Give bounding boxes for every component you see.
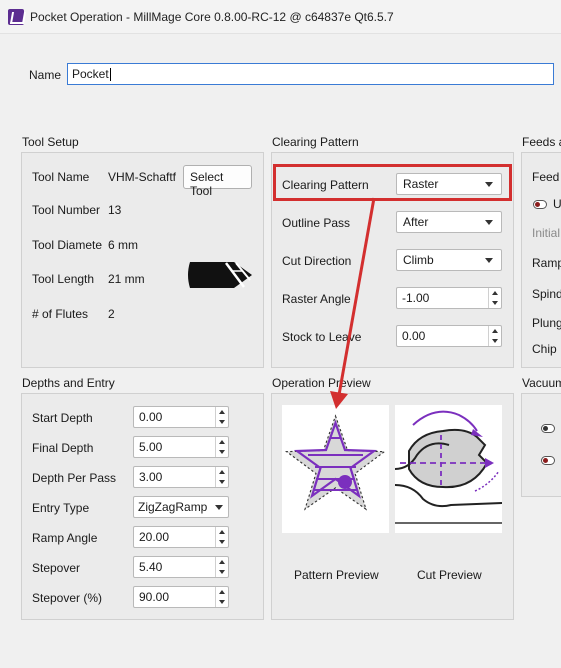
final-depth-label: Final Depth	[32, 441, 94, 455]
spin-up-icon[interactable]	[219, 440, 225, 444]
entry-type-label: Entry Type	[32, 501, 90, 515]
spin-buttons[interactable]	[215, 527, 228, 547]
cut-preview-image	[395, 405, 502, 533]
spin-down-icon[interactable]	[492, 339, 498, 343]
depth-per-pass-label: Depth Per Pass	[32, 471, 117, 485]
depths-entry-title: Depths and Entry	[22, 376, 115, 390]
feed-label: Feed	[532, 170, 560, 184]
spin-up-icon[interactable]	[492, 329, 498, 333]
clearing-pattern-title: Clearing Pattern	[272, 135, 359, 149]
outline-pass-dropdown[interactable]: After	[396, 211, 502, 233]
spin-buttons[interactable]	[215, 437, 228, 457]
spin-down-icon[interactable]	[492, 301, 498, 305]
tool-length-label: Tool Length	[32, 272, 95, 286]
spin-down-icon[interactable]	[219, 480, 225, 484]
ramp-angle-label: Ramp Angle	[32, 531, 98, 545]
select-tool-button[interactable]: Select Tool	[183, 165, 252, 198]
spin-buttons[interactable]	[488, 326, 501, 346]
name-label: Name	[29, 68, 62, 82]
spin-down-icon[interactable]	[219, 450, 225, 454]
ramp-angle-spinbox[interactable]: 20.00	[133, 526, 229, 548]
stock-to-leave-value: 0.00	[402, 329, 426, 343]
tool-diameter-label: Tool Diamete	[32, 238, 103, 252]
feeds-title: Feeds a	[522, 135, 561, 149]
spin-up-icon[interactable]	[219, 470, 225, 474]
entry-type-dropdown[interactable]: ZigZagRamp	[133, 496, 229, 518]
tool-name-value: VHM-Schaftf	[108, 170, 177, 184]
pattern-preview-label: Pattern Preview	[294, 568, 379, 582]
stepover-spinbox[interactable]: 5.40	[133, 556, 229, 578]
final-depth-spinbox[interactable]: 5.00	[133, 436, 229, 458]
start-depth-label: Start Depth	[32, 411, 93, 425]
ramp-label: Ramp	[532, 256, 561, 270]
name-input[interactable]: Pocket	[67, 63, 554, 85]
spin-up-icon[interactable]	[219, 410, 225, 414]
spin-buttons[interactable]	[215, 467, 228, 487]
chevron-down-icon	[485, 258, 493, 263]
stepover-label: Stepover	[32, 561, 81, 575]
vacuum-toggle-2[interactable]	[541, 456, 555, 465]
spin-down-icon[interactable]	[219, 540, 225, 544]
app-logo-icon	[8, 9, 24, 25]
stock-to-leave-spinbox[interactable]: 0.00	[396, 325, 502, 347]
raster-angle-value: -1.00	[402, 291, 430, 305]
tool-number-value: 13	[108, 203, 122, 217]
spin-up-icon[interactable]	[219, 530, 225, 534]
initial-label: Initial	[532, 226, 561, 240]
spin-down-icon[interactable]	[219, 600, 225, 604]
outline-pass-dropdown-value: After	[403, 215, 429, 229]
title-bar: Pocket Operation - MillMage Core 0.8.00-…	[0, 0, 561, 34]
start-depth-value: 0.00	[139, 410, 163, 424]
spin-down-icon[interactable]	[219, 570, 225, 574]
start-depth-spinbox[interactable]: 0.00	[133, 406, 229, 428]
end-mill-tool-icon	[188, 262, 252, 288]
highlight-annotation-box	[273, 164, 512, 201]
plunge-label: Plung	[532, 316, 561, 330]
spin-buttons[interactable]	[215, 407, 228, 427]
spin-buttons[interactable]	[215, 587, 228, 607]
vacuum-toggle-1[interactable]	[541, 424, 555, 433]
spin-up-icon[interactable]	[219, 590, 225, 594]
spindle-label: Spind	[532, 287, 561, 301]
stepover-percent-label: Stepover (%)	[32, 591, 103, 605]
stepover-value: 5.40	[139, 560, 163, 574]
cut-direction-dropdown-value: Climb	[403, 253, 434, 267]
spin-buttons[interactable]	[488, 288, 501, 308]
tool-name-label: Tool Name	[32, 170, 90, 184]
raster-angle-spinbox[interactable]: -1.00	[396, 287, 502, 309]
final-depth-value: 5.00	[139, 440, 163, 454]
spin-up-icon[interactable]	[492, 291, 498, 295]
spin-down-icon[interactable]	[219, 420, 225, 424]
tool-number-label: Tool Number	[32, 203, 101, 217]
spin-buttons[interactable]	[215, 557, 228, 577]
tool-setup-title: Tool Setup	[22, 135, 79, 149]
feed-toggle[interactable]	[533, 200, 547, 209]
vacuum-title: Vacuum	[522, 376, 561, 390]
tool-diameter-value: 6 mm	[108, 238, 138, 252]
text-caret	[109, 68, 111, 82]
window-title: Pocket Operation - MillMage Core 0.8.00-…	[30, 10, 394, 24]
depth-per-pass-value: 3.00	[139, 470, 163, 484]
name-input-value: Pocket	[72, 67, 109, 81]
chevron-down-icon	[485, 220, 493, 225]
ramp-angle-value: 20.00	[139, 530, 170, 544]
annotation-arrow	[330, 197, 376, 409]
tool-length-value: 21 mm	[108, 272, 145, 286]
chip-label: Chip	[532, 342, 557, 356]
spin-up-icon[interactable]	[219, 560, 225, 564]
stepover-percent-spinbox[interactable]: 90.00	[133, 586, 229, 608]
feed-toggle-label: U	[553, 197, 561, 211]
pattern-preview-image	[282, 405, 389, 533]
stepover-percent-value: 90.00	[139, 590, 170, 604]
flutes-label: # of Flutes	[32, 307, 89, 321]
flutes-value: 2	[108, 307, 115, 321]
vacuum-group	[521, 393, 561, 497]
chevron-down-icon	[215, 505, 223, 510]
depth-per-pass-spinbox[interactable]: 3.00	[133, 466, 229, 488]
cut-direction-dropdown[interactable]: Climb	[396, 249, 502, 271]
cut-preview-label: Cut Preview	[417, 568, 482, 582]
entry-type-dropdown-value: ZigZagRamp	[138, 500, 208, 514]
